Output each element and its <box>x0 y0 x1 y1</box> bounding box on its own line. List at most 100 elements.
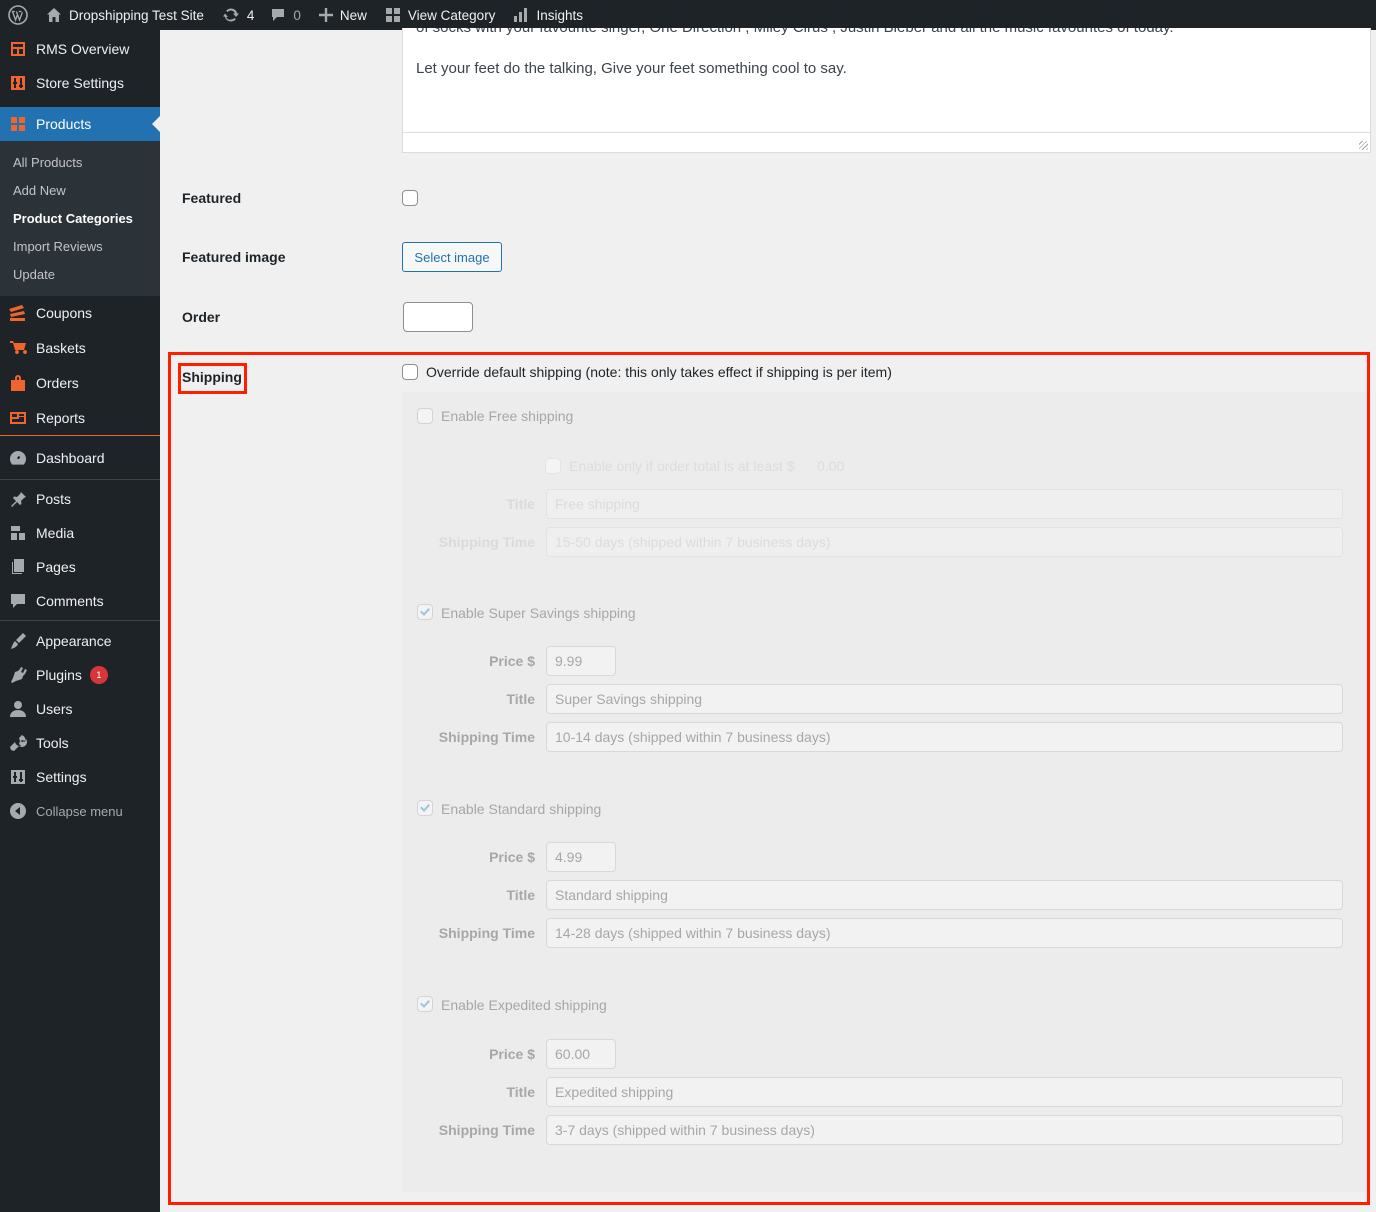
editor-text-line-2: Let your feet do the talking, Give your … <box>416 60 847 77</box>
admin-sidebar: RMS Overview Store Settings Products All… <box>0 30 160 1212</box>
media-icon <box>11 526 25 540</box>
menu-media[interactable]: Media <box>0 516 160 550</box>
menu-pages[interactable]: Pages <box>0 550 160 584</box>
menu-reports[interactable]: Reports <box>0 401 160 435</box>
menu-settings-label: Settings <box>36 769 87 785</box>
submenu-add-new[interactable]: Add New <box>13 183 66 198</box>
menu-separator <box>0 435 160 436</box>
wordpress-logo-button[interactable] <box>0 0 38 30</box>
plugins-update-badge: 1 <box>89 666 108 684</box>
menu-coupons-label: Coupons <box>36 305 93 321</box>
menu-tools-label: Tools <box>36 735 69 751</box>
plugins-icon <box>11 667 27 683</box>
menu-plugins[interactable]: Plugins 1 <box>0 658 160 692</box>
comments-icon <box>11 594 25 608</box>
featured-checkbox[interactable] <box>402 190 418 206</box>
select-image-button[interactable]: Select image <box>402 242 502 272</box>
insights-link[interactable]: Insights <box>505 0 591 30</box>
menu-products-label: Products <box>36 116 92 132</box>
menu-appearance[interactable]: Appearance <box>0 624 160 658</box>
current-menu-arrow <box>152 116 160 132</box>
updates-icon <box>222 8 239 22</box>
collapse-arrow-icon <box>10 803 26 819</box>
order-label: Order <box>182 309 221 325</box>
menu-plugins-label: Plugins <box>36 667 82 683</box>
comments-link[interactable]: 0 <box>262 0 309 30</box>
submenu-update[interactable]: Update <box>13 267 55 282</box>
menu-rms-overview[interactable]: RMS Overview <box>0 32 160 66</box>
posts-icon <box>11 491 26 507</box>
main-content: of socks with your favourite singer, One… <box>160 28 1376 1212</box>
shipping-label-highlight <box>178 363 247 394</box>
menu-posts-label: Posts <box>36 491 72 507</box>
menu-tools[interactable]: Tools <box>0 726 160 760</box>
grid-icon <box>385 8 400 22</box>
shipping-section-highlight <box>168 352 1370 1205</box>
coupons-icon <box>9 305 25 321</box>
menu-rms-overview-label: RMS Overview <box>36 41 130 57</box>
menu-settings[interactable]: Settings <box>0 760 160 794</box>
bar-chart-icon <box>514 8 528 22</box>
menu-users[interactable]: Users <box>0 692 160 726</box>
menu-appearance-label: Appearance <box>36 633 112 649</box>
menu-pages-label: Pages <box>36 559 76 575</box>
users-icon <box>10 701 26 717</box>
view-category-label: View Category <box>407 7 496 23</box>
new-label: New <box>339 7 367 23</box>
menu-dashboard-label: Dashboard <box>36 450 105 466</box>
updates-link[interactable]: 4 <box>214 0 263 30</box>
featured-image-label: Featured image <box>182 249 286 265</box>
submenu-import-reviews[interactable]: Import Reviews <box>13 239 103 254</box>
order-input[interactable] <box>403 302 473 332</box>
orders-icon <box>11 375 25 391</box>
dashboard-icon <box>10 451 26 465</box>
comments-count: 0 <box>293 7 301 23</box>
menu-media-label: Media <box>36 525 75 541</box>
submenu-all-products[interactable]: All Products <box>13 155 82 170</box>
editor-text-line-1: of socks with your favourite singer, One… <box>416 28 1174 36</box>
menu-dashboard[interactable]: Dashboard <box>0 441 160 475</box>
wordpress-logo-icon <box>8 5 28 25</box>
baskets-icon <box>10 341 27 355</box>
plus-icon <box>318 8 333 22</box>
home-icon <box>47 8 61 22</box>
menu-baskets[interactable]: Baskets <box>0 331 160 365</box>
admin-bar: Dropshipping Test Site 4 0 New View Cate… <box>0 0 1376 30</box>
editor-status-bar <box>402 132 1371 153</box>
menu-baskets-label: Baskets <box>36 340 86 356</box>
rms-overview-icon <box>11 42 25 56</box>
collapse-menu-button[interactable]: Collapse menu <box>0 794 160 828</box>
tools-icon <box>10 735 27 751</box>
menu-store-settings[interactable]: Store Settings <box>0 66 160 100</box>
menu-comments-label: Comments <box>36 593 104 609</box>
menu-comments[interactable]: Comments <box>0 584 160 618</box>
insights-label: Insights <box>536 7 583 23</box>
appearance-icon <box>11 633 26 649</box>
menu-posts[interactable]: Posts <box>0 482 160 516</box>
settings-icon <box>11 770 25 784</box>
site-name-label: Dropshipping Test Site <box>69 7 204 23</box>
comment-bubble-icon <box>272 9 285 21</box>
resize-handle-icon[interactable] <box>1359 141 1368 150</box>
pages-icon <box>12 559 24 574</box>
new-content-link[interactable]: New <box>311 0 375 30</box>
menu-separator <box>0 620 160 621</box>
featured-label: Featured <box>182 190 242 206</box>
menu-store-settings-label: Store Settings <box>36 75 124 91</box>
menu-products[interactable]: Products <box>0 107 160 141</box>
menu-orders[interactable]: Orders <box>0 366 160 400</box>
menu-separator <box>0 479 160 480</box>
reports-icon <box>10 412 26 424</box>
menu-reports-label: Reports <box>36 410 86 426</box>
collapse-menu-label: Collapse menu <box>36 803 123 819</box>
view-category-link[interactable]: View Category <box>377 0 504 30</box>
products-submenu: All Products Add New Product Categories … <box>0 141 160 296</box>
menu-coupons[interactable]: Coupons <box>0 296 160 330</box>
site-name-link[interactable]: Dropshipping Test Site <box>38 0 212 30</box>
store-settings-icon <box>11 76 25 90</box>
submenu-product-categories[interactable]: Product Categories <box>13 211 133 226</box>
menu-orders-label: Orders <box>36 375 79 391</box>
products-icon <box>11 117 25 131</box>
menu-users-label: Users <box>36 701 73 717</box>
updates-count: 4 <box>246 7 255 23</box>
